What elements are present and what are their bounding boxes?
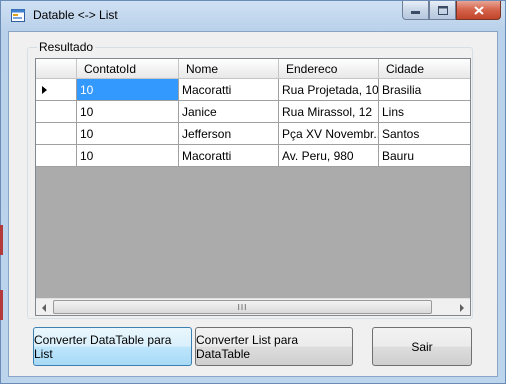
close-icon bbox=[473, 5, 484, 15]
grid-header: ContatoId Nome Endereco Cidade bbox=[36, 59, 470, 79]
table-cell[interactable]: Pça XV Novembr... bbox=[279, 123, 379, 145]
table-cell[interactable]: 10 bbox=[77, 79, 179, 101]
maximize-button[interactable] bbox=[429, 1, 456, 20]
window-title: Datable <-> List bbox=[33, 8, 118, 22]
close-button[interactable] bbox=[456, 1, 501, 20]
title-bar[interactable]: Datable <-> List bbox=[1, 1, 505, 31]
convert-datatable-to-list-button[interactable]: Converter DataTable para List bbox=[33, 327, 192, 366]
table-row[interactable]: 10 Janice Rua Mirassol, 12 Lins bbox=[36, 101, 470, 123]
table-cell[interactable]: Janice bbox=[179, 101, 279, 123]
maximize-icon bbox=[437, 5, 448, 15]
table-cell[interactable]: Jefferson bbox=[179, 123, 279, 145]
table-row[interactable]: 10 Jefferson Pça XV Novembr... Santos bbox=[36, 123, 470, 145]
table-cell[interactable]: Rua Mirassol, 12 bbox=[279, 101, 379, 123]
table-cell[interactable]: Lins bbox=[379, 101, 470, 123]
row-header-corner[interactable] bbox=[36, 59, 77, 79]
column-header-contatoid[interactable]: ContatoId bbox=[77, 59, 179, 79]
table-cell[interactable]: 10 bbox=[77, 101, 179, 123]
scrollbar-thumb[interactable]: III bbox=[53, 300, 432, 314]
exit-button[interactable]: Sair bbox=[372, 327, 472, 366]
table-cell[interactable]: Bauru bbox=[379, 145, 470, 167]
scroll-left-icon[interactable] bbox=[42, 304, 46, 312]
row-header[interactable] bbox=[36, 145, 77, 167]
table-cell[interactable]: Rua Projetada, 100 bbox=[279, 79, 379, 101]
minimize-button[interactable] bbox=[402, 1, 429, 20]
background-edge bbox=[0, 290, 3, 320]
table-cell[interactable]: Macoratti bbox=[179, 79, 279, 101]
groupbox-label: Resultado bbox=[37, 40, 96, 54]
table-cell[interactable]: Macoratti bbox=[179, 145, 279, 167]
table-row[interactable]: 10 Macoratti Av. Peru, 980 Bauru bbox=[36, 145, 470, 167]
table-cell[interactable]: Av. Peru, 980 bbox=[279, 145, 379, 167]
table-row[interactable]: 10 Macoratti Rua Projetada, 100 Brasilia bbox=[36, 79, 470, 101]
column-header-cidade[interactable]: Cidade bbox=[379, 59, 470, 79]
table-cell[interactable]: Brasilia bbox=[379, 79, 470, 101]
scroll-right-icon[interactable] bbox=[460, 304, 464, 312]
form-icon bbox=[11, 9, 25, 22]
background-edge bbox=[0, 225, 3, 255]
column-header-nome[interactable]: Nome bbox=[179, 59, 279, 79]
data-grid[interactable]: ContatoId Nome Endereco Cidade 10 Macora… bbox=[35, 58, 471, 316]
column-header-endereco[interactable]: Endereco bbox=[279, 59, 379, 79]
current-row-arrow-icon bbox=[42, 86, 47, 94]
minimize-icon bbox=[411, 11, 420, 14]
scrollbar-grip: III bbox=[237, 303, 248, 312]
convert-list-to-datatable-button[interactable]: Converter List para DataTable bbox=[195, 327, 353, 366]
row-header[interactable] bbox=[36, 79, 77, 101]
row-header[interactable] bbox=[36, 123, 77, 145]
table-cell[interactable]: Santos bbox=[379, 123, 470, 145]
table-cell[interactable]: 10 bbox=[77, 145, 179, 167]
row-header[interactable] bbox=[36, 101, 77, 123]
horizontal-scrollbar[interactable]: III bbox=[36, 298, 470, 315]
table-cell[interactable]: 10 bbox=[77, 123, 179, 145]
caption-buttons bbox=[402, 1, 501, 21]
